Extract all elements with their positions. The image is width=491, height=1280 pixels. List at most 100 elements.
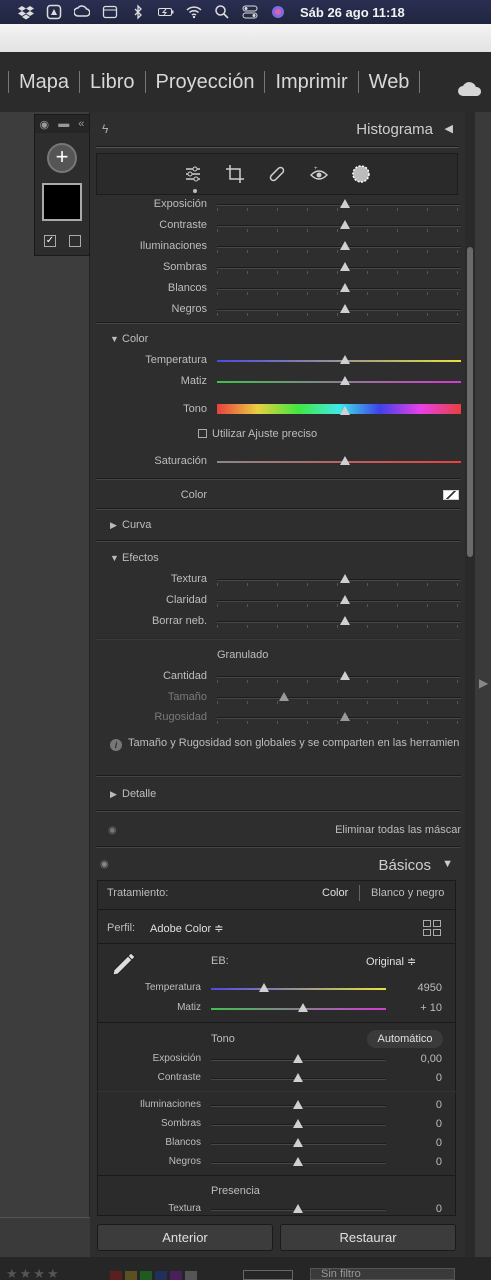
collapse-triangle-icon[interactable]: ▼	[442, 858, 453, 870]
rating-stars[interactable]: ★★★★	[6, 1266, 61, 1280]
mask-slider-shadows[interactable]: Sombras	[96, 258, 461, 278]
red-label-filter[interactable]	[110, 1271, 122, 1280]
auto-tone-button[interactable]: Automático	[367, 1030, 443, 1048]
mask-slider-tint[interactable]: Matiz	[96, 372, 461, 392]
effects-section-header[interactable]: ▼ Efectos	[96, 552, 461, 564]
minimize-icon[interactable]: ▬	[58, 118, 69, 130]
control-center-icon[interactable]	[236, 0, 264, 24]
curve-section-header[interactable]: ▶ Curva	[96, 519, 461, 531]
basic-panel-header[interactable]: ◉ Básicos ▼	[96, 854, 461, 878]
slider-value[interactable]: 4950	[418, 982, 442, 994]
collapse-icon[interactable]: «	[78, 118, 84, 130]
slider-knob[interactable]	[340, 304, 350, 313]
slider-knob[interactable]	[293, 1100, 303, 1109]
mask-slider-whites[interactable]: Blancos	[96, 279, 461, 299]
mask-slider-clarity[interactable]: Claridad	[96, 591, 461, 611]
slider-knob[interactable]	[293, 1073, 303, 1082]
collapse-triangle-icon[interactable]: ◀	[445, 122, 453, 135]
battery-icon[interactable]	[152, 0, 180, 24]
google-drive-icon[interactable]	[40, 0, 68, 24]
mask-slider-saturation[interactable]: Saturación	[96, 452, 461, 472]
purple-label-filter[interactable]	[170, 1271, 182, 1280]
module-libro[interactable]: Libro	[80, 71, 146, 93]
slider-knob[interactable]	[259, 983, 269, 992]
slider-value[interactable]: 0,00	[421, 1053, 442, 1065]
basic-slider-contrast[interactable]: Contraste 0	[97, 1070, 456, 1088]
blue-label-filter[interactable]	[155, 1271, 167, 1280]
calendar-icon[interactable]	[96, 0, 124, 24]
panel-scrollbar[interactable]	[465, 112, 475, 1257]
slider-knob[interactable]	[340, 376, 350, 385]
cloud-sync-icon[interactable]	[457, 80, 483, 98]
checkbox-box[interactable]	[198, 429, 207, 438]
slider-knob[interactable]	[340, 220, 350, 229]
slider-knob[interactable]	[293, 1157, 303, 1166]
creative-cloud-icon[interactable]	[68, 0, 96, 24]
mask-slider-exposure[interactable]: Exposición	[96, 195, 461, 215]
slider-knob[interactable]	[298, 1003, 308, 1012]
basic-slider-exposure[interactable]: Exposición 0,00	[97, 1051, 456, 1069]
basic-slider-whites[interactable]: Blancos 0	[97, 1135, 456, 1153]
mask-slider-texture[interactable]: Textura	[96, 570, 461, 590]
slider-value[interactable]: 0	[436, 1137, 442, 1149]
slider-value[interactable]: 0	[436, 1072, 442, 1084]
add-mask-button[interactable]: +	[47, 143, 77, 173]
slider-knob[interactable]	[340, 283, 350, 292]
healing-bandage-icon[interactable]	[267, 164, 287, 184]
mask-slider-dehaze[interactable]: Borrar neb.	[96, 612, 461, 632]
dropbox-icon[interactable]	[12, 0, 40, 24]
module-web[interactable]: Web	[359, 71, 421, 93]
slider-value[interactable]: 0	[436, 1203, 442, 1215]
edit-sliders-icon[interactable]	[183, 164, 203, 184]
slider-knob[interactable]	[340, 574, 350, 583]
mask-slider-hue[interactable]: Tono	[96, 400, 461, 420]
color-section-header[interactable]: ▼ Color	[96, 333, 461, 345]
profile-browser-grid-icon[interactable]	[423, 920, 441, 936]
reset-button[interactable]: Restaurar	[280, 1224, 456, 1251]
scrollbar-thumb[interactable]	[467, 247, 473, 557]
mask-overlay-icon[interactable]	[69, 235, 81, 247]
detail-section-header[interactable]: ▶ Detalle	[96, 788, 461, 800]
slider-value[interactable]: 0	[436, 1118, 442, 1130]
slider-knob[interactable]	[340, 671, 350, 680]
slider-knob[interactable]	[340, 199, 350, 208]
slider-value[interactable]: + 10	[420, 1002, 442, 1014]
crop-icon[interactable]	[225, 164, 245, 184]
basic-slider-temperature[interactable]: Temperatura 4950	[97, 980, 456, 998]
color-swatch-row[interactable]: Color	[96, 487, 461, 505]
mask-slider-temperature[interactable]: Temperatura	[96, 351, 461, 371]
slider-knob[interactable]	[340, 456, 350, 465]
slider-knob[interactable]	[279, 692, 289, 701]
previous-button[interactable]: Anterior	[97, 1224, 273, 1251]
mask-thumbnail[interactable]	[42, 183, 82, 221]
wifi-icon[interactable]	[180, 0, 208, 24]
white-balance-eyedropper-icon[interactable]	[106, 948, 140, 982]
mask-slider-grain-roughness[interactable]: Rugosidad	[96, 708, 461, 728]
basic-slider-texture[interactable]: Textura 0	[97, 1201, 456, 1216]
slider-knob[interactable]	[293, 1054, 303, 1063]
expand-right-arrow-icon[interactable]: ▶	[479, 676, 488, 690]
show-overlay-checkbox[interactable]: ✓	[44, 235, 56, 247]
view-mode-icons[interactable]	[243, 1270, 293, 1280]
basic-slider-tint[interactable]: Matiz + 10	[97, 1000, 456, 1018]
search-icon[interactable]	[208, 0, 236, 24]
slider-knob[interactable]	[340, 406, 350, 415]
module-proyeccion[interactable]: Proyección	[146, 71, 266, 93]
mask-slider-grain-amount[interactable]: Cantidad	[96, 667, 461, 687]
bluetooth-icon[interactable]	[124, 0, 152, 24]
slider-knob[interactable]	[340, 712, 350, 721]
slider-knob[interactable]	[340, 241, 350, 250]
yellow-label-filter[interactable]	[125, 1271, 137, 1280]
basic-slider-blacks[interactable]: Negros 0	[97, 1154, 456, 1172]
mask-slider-blacks[interactable]: Negros	[96, 300, 461, 320]
color-swatch[interactable]	[443, 490, 459, 500]
mask-slider-contrast[interactable]: Contraste	[96, 216, 461, 236]
basic-slider-highlights[interactable]: Iluminaciones 0	[97, 1097, 456, 1115]
slider-knob[interactable]	[293, 1119, 303, 1128]
eye-icon[interactable]: ◉	[108, 825, 117, 836]
remove-all-masks-button[interactable]: ◉ Eliminar todas las máscar	[96, 822, 461, 840]
gray-label-filter[interactable]	[185, 1271, 197, 1280]
eye-icon[interactable]: ◉	[100, 859, 109, 870]
slider-knob[interactable]	[293, 1204, 303, 1213]
slider-knob[interactable]	[293, 1138, 303, 1147]
